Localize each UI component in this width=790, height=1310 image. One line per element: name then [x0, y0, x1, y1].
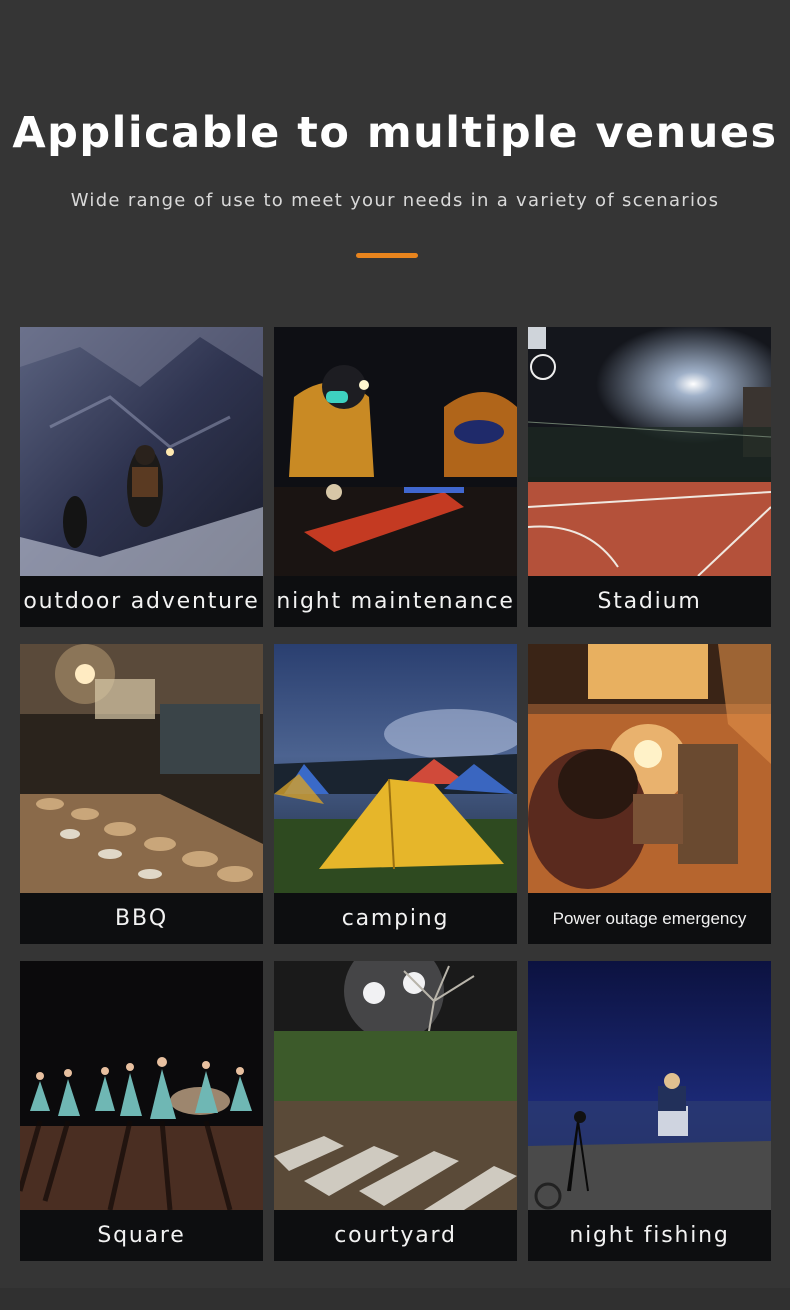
- headlamp-workers-photo: [274, 327, 517, 576]
- scenario-card-outdoor-adventure: outdoor adventure: [20, 327, 263, 627]
- bottom-strip: [0, 1288, 790, 1310]
- accent-divider: [356, 253, 418, 258]
- garden-path-lights-photo: [274, 961, 517, 1210]
- basketball-court-photo: [528, 327, 771, 576]
- scenario-label: Stadium: [528, 576, 771, 627]
- scenario-label: night fishing: [528, 1210, 771, 1261]
- tent-campsite-photo: [274, 644, 517, 893]
- page-title: Applicable to multiple venues: [12, 108, 778, 158]
- scenario-card-night-fishing: night fishing: [528, 961, 771, 1261]
- lakeside-fishing-photo: [528, 961, 771, 1210]
- night-food-stall-photo: [20, 644, 263, 893]
- night-dancers-photo: [20, 961, 263, 1210]
- scenario-card-night-maintenance: night maintenance: [274, 327, 517, 627]
- cave-explorers-photo: [20, 327, 263, 576]
- scenario-card-stadium: Stadium: [528, 327, 771, 627]
- scenario-label: BBQ: [20, 893, 263, 944]
- scenario-grid: outdoor adventure night maintenance Stad…: [20, 327, 771, 1261]
- scenario-card-camping: camping: [274, 644, 517, 944]
- scenario-label: night maintenance: [274, 576, 517, 627]
- scenario-label: Power outage emergency: [528, 893, 771, 944]
- scenario-card-square: Square: [20, 961, 263, 1261]
- lamp-lit-room-photo: [528, 644, 771, 893]
- scenario-label: outdoor adventure: [20, 576, 263, 627]
- scenario-label: Square: [20, 1210, 263, 1261]
- scenario-label: camping: [274, 893, 517, 944]
- scenario-card-bbq: BBQ: [20, 644, 263, 944]
- scenario-card-power-outage: Power outage emergency: [528, 644, 771, 944]
- page-subtitle: Wide range of use to meet your needs in …: [70, 190, 720, 211]
- scenario-card-courtyard: courtyard: [274, 961, 517, 1261]
- scenario-label: courtyard: [274, 1210, 517, 1261]
